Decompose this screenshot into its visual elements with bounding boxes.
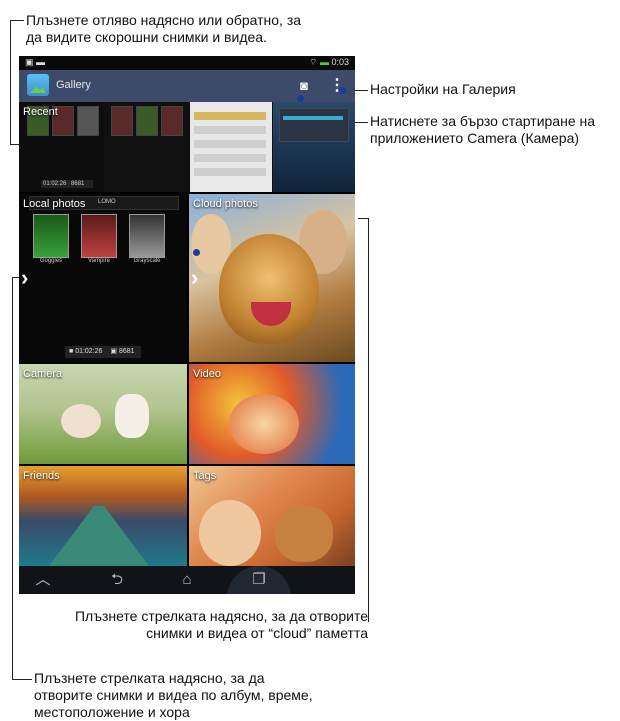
action-bar: Gallery ◙ ⋮ xyxy=(19,70,355,102)
leader-cloud-v xyxy=(368,218,369,622)
callout-albums: Плъзнете стрелката надясно, за да отвори… xyxy=(34,670,354,721)
app-title: Gallery xyxy=(56,79,91,91)
home-icon[interactable]: ⌂ xyxy=(175,569,199,591)
baby-photo xyxy=(61,404,101,438)
callout-recent-swipe: Плъзнете отляво надясно или обратно, за … xyxy=(26,12,346,46)
callout-dot-cloud xyxy=(193,249,200,256)
hide-keyboard-icon[interactable]: ︿ xyxy=(31,569,55,591)
camera-icon[interactable]: ◙ xyxy=(295,78,313,94)
leader-albums-h2 xyxy=(12,679,32,680)
leader-recent-v xyxy=(10,20,11,144)
recent-thumb-2[interactable] xyxy=(105,102,189,192)
recent-mini-thumb xyxy=(161,106,183,136)
status-bar: ▣ ▬ ⌔ ▬ 0:03 xyxy=(19,56,355,70)
local-count: 8681 xyxy=(118,348,135,355)
tile-tags[interactable]: Tags xyxy=(189,466,355,566)
tile-label-cloud-photos: Cloud photos xyxy=(193,198,258,210)
recent-mini-thumb xyxy=(136,106,158,136)
effect-thumb-1[interactable] xyxy=(33,214,69,258)
effect-thumb-2[interactable] xyxy=(81,214,117,258)
recent-duration: 01:02:26 xyxy=(43,181,67,187)
recent-mini-thumb xyxy=(77,106,99,136)
effect-label-lomo: LOMO xyxy=(98,199,116,205)
tile-label-video: Video xyxy=(193,368,221,380)
leader-albums-v xyxy=(12,277,13,679)
tile-label-recent: Recent xyxy=(23,106,58,118)
callout-cloud-line1: Плъзнете стрелката надясно, за да отвори… xyxy=(74,608,368,624)
local-info-bar: ■ 01:02:26 ▣ 8681 xyxy=(65,346,141,358)
callout-camera-line2: приложението Camera (Камера) xyxy=(370,130,580,146)
chevron-right-icon[interactable]: › xyxy=(21,267,28,289)
navigation-bar: ︿ ⮌ ⌂ ❐ xyxy=(19,566,355,594)
recent-thumb-3[interactable] xyxy=(190,102,272,192)
dog-photo xyxy=(219,234,319,344)
pier-photo xyxy=(49,506,149,566)
settings-panel-preview xyxy=(279,108,349,142)
callout-cloud-line2: снимки и видеа от “cloud” паметта xyxy=(146,625,368,641)
local-duration: 01:02:26 xyxy=(75,348,103,355)
chevron-right-icon[interactable]: › xyxy=(191,267,198,289)
girl-photo xyxy=(199,500,261,566)
slider-preview xyxy=(283,116,343,120)
recent-strip[interactable]: 01:02:26 8681 Recent xyxy=(19,102,355,192)
callout-camera-line1: Натиснете за бързо стартиране на xyxy=(370,113,596,129)
effect-label-2: Vampire xyxy=(88,258,110,264)
leader-cloud-h xyxy=(358,218,369,219)
recent-thumb-4[interactable] xyxy=(273,102,355,192)
recent-mini-thumb xyxy=(111,106,133,136)
recent-count: 8681 xyxy=(71,181,85,187)
phone-screen: ▣ ▬ ⌔ ▬ 0:03 Gallery ◙ ⋮ 01:02:26 8681 R… xyxy=(19,56,355,594)
callout-camera: Натиснете за бързо стартиране на приложе… xyxy=(370,113,620,147)
callout-albums-line1: Плъзнете стрелката надясно, за да xyxy=(34,670,265,686)
recent-info-bar: 01:02:26 8681 xyxy=(41,180,93,188)
puppy-photo xyxy=(115,394,149,438)
back-icon[interactable]: ⮌ xyxy=(105,569,129,591)
notification-icons: ▣ ▬ xyxy=(25,57,46,67)
callout-recent-line2: да видите скорошни снимки и видеа. xyxy=(26,29,267,45)
recent-apps-icon[interactable]: ❐ xyxy=(247,569,271,591)
tile-label-camera: Camera xyxy=(23,368,63,380)
tile-label-tags: Tags xyxy=(193,470,217,482)
callout-dot-settings xyxy=(339,87,346,94)
leader-recent-h xyxy=(10,20,24,21)
confetti-photo xyxy=(229,394,299,454)
callout-settings: Настройки на Галерия xyxy=(370,81,516,97)
battery-icon: ▬ xyxy=(319,57,329,67)
status-time: 0:03 xyxy=(331,57,349,67)
video-icon: ■ xyxy=(69,348,74,355)
list-row xyxy=(194,154,266,162)
tile-label-friends: Friends xyxy=(23,470,60,482)
tile-cloud-photos[interactable]: Cloud photos › xyxy=(189,194,355,362)
tile-friends[interactable]: Friends xyxy=(19,466,187,566)
status-right: ⌔ ▬ 0:03 xyxy=(309,57,349,68)
callout-recent-line1: Плъзнете отляво надясно или обратно, за xyxy=(26,12,302,28)
list-row xyxy=(194,126,266,134)
tile-label-local-photos: Local photos xyxy=(23,198,86,210)
gallery-app-icon[interactable] xyxy=(27,74,49,96)
callout-cloud: Плъзнете стрелката надясно, за да отвори… xyxy=(28,608,368,642)
list-row xyxy=(194,112,266,120)
effect-thumb-3[interactable] xyxy=(129,214,165,258)
callout-albums-line3: местоположение и хора xyxy=(34,704,190,720)
callout-dot-camera xyxy=(297,95,304,102)
tile-camera[interactable]: Camera xyxy=(19,364,187,464)
tile-local-photos[interactable]: LOMO Goggles Vampire Grayscale ■ 01:02:2… xyxy=(19,194,187,362)
photo-icon: ▣ xyxy=(110,348,118,355)
dog-photo-2 xyxy=(275,506,333,562)
callout-albums-line2: отворите снимки и видеа по албум, време, xyxy=(34,687,313,703)
wifi-icon: ⌔ xyxy=(308,57,318,67)
effect-label-1: Goggles xyxy=(39,258,63,264)
tile-video[interactable]: Video xyxy=(189,364,355,464)
list-row xyxy=(194,168,266,176)
list-row xyxy=(194,140,266,148)
effect-label-3: Grayscale xyxy=(133,258,161,264)
